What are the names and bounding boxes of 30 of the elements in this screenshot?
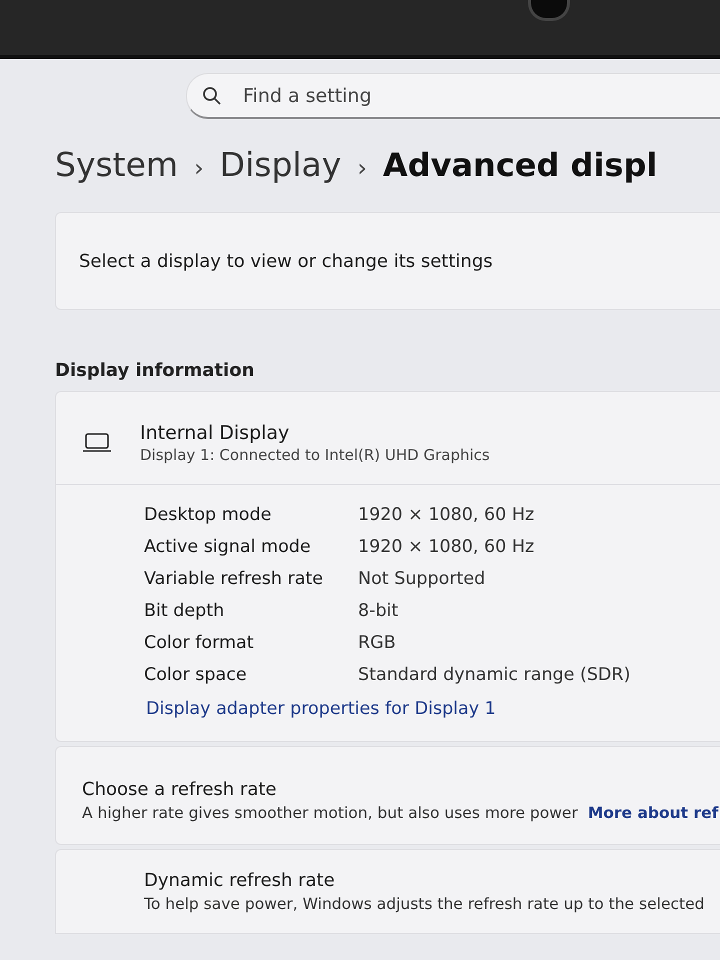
property-value: 1920 × 1080, 60 Hz bbox=[358, 505, 534, 525]
property-label: Variable refresh rate bbox=[144, 569, 324, 589]
adapter-properties-link[interactable]: Display adapter properties for Display 1 bbox=[56, 685, 720, 741]
refresh-rate-title: Choose a refresh rate bbox=[82, 779, 278, 800]
breadcrumb-item: Advanced displ bbox=[382, 146, 658, 184]
dynamic-refresh-title: Dynamic refresh rate bbox=[144, 870, 336, 891]
breadcrumb-separator: › bbox=[194, 154, 204, 182]
property-label: Color space bbox=[144, 665, 247, 685]
property-value: 1920 × 1080, 60 Hz bbox=[358, 537, 534, 557]
refresh-rate-description: A higher rate gives smoother motion, but also uses more power bbox=[82, 804, 578, 822]
section-title: Display information bbox=[55, 360, 256, 381]
search-field[interactable]: Find a setting bbox=[186, 73, 720, 119]
property-label: Bit depth bbox=[144, 601, 224, 621]
laptop-icon bbox=[82, 431, 112, 455]
display-name: Internal Display bbox=[140, 422, 290, 444]
breadcrumb-item[interactable]: Display bbox=[220, 145, 342, 184]
property-value: RGB bbox=[358, 633, 396, 653]
breadcrumb-item[interactable]: System bbox=[55, 145, 178, 184]
more-info-link[interactable]: More about ref bbox=[588, 804, 718, 822]
dynamic-refresh-description: To help save power, Windows adjusts the refresh rate up to the selected bbox=[144, 895, 706, 913]
property-value: Standard dynamic range (SDR) bbox=[358, 665, 630, 685]
display-subtitle: Display 1: Connected to Intel(R) UHD Graphics bbox=[140, 446, 490, 464]
display-select-card[interactable]: Select a display to view or change its settings bbox=[55, 212, 720, 310]
property-value: 8-bit bbox=[358, 601, 398, 621]
property-value: Not Supported bbox=[358, 569, 486, 589]
property-label: Color format bbox=[144, 633, 254, 653]
property-label: Active signal mode bbox=[144, 537, 311, 557]
breadcrumb-separator: › bbox=[357, 154, 367, 182]
select-display-text: Select a display to view or change its settings bbox=[79, 250, 493, 272]
property-label: Desktop mode bbox=[144, 505, 272, 525]
